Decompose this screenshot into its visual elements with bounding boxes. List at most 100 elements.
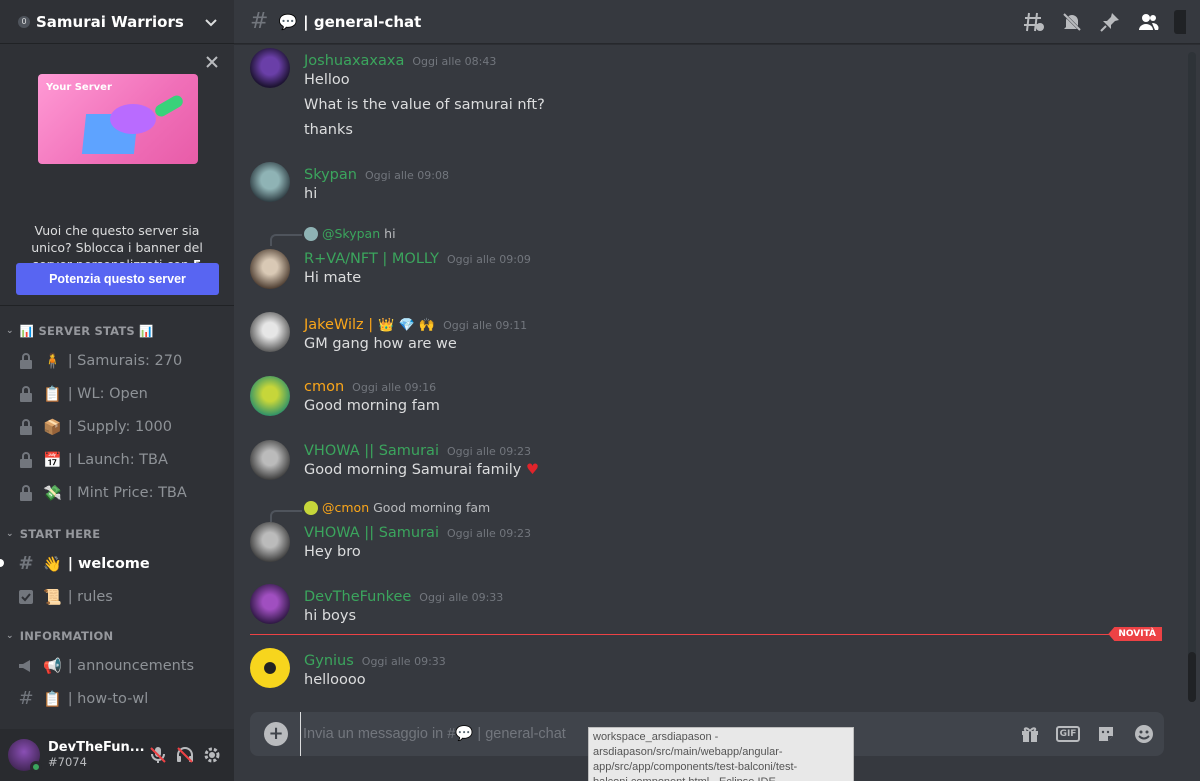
message-text: Hi mate xyxy=(304,270,362,286)
channel-label: | welcome xyxy=(67,555,150,572)
server-boost-badge: 0 xyxy=(18,15,30,28)
avatar[interactable] xyxy=(250,162,290,202)
category-start-here[interactable]: ⌄ START HERE xyxy=(0,521,234,547)
channel-emoji: 📋 xyxy=(43,689,62,708)
channel-mint-price[interactable]: 💸 | Mint Price: TBA xyxy=(0,476,234,509)
category-server-stats[interactable]: ⌄ 📊 SERVER STATS 📊 xyxy=(0,318,234,344)
message-timestamp: Oggi alle 09:23 xyxy=(446,445,531,458)
avatar[interactable] xyxy=(250,584,290,624)
deafen-headphones-icon[interactable] xyxy=(172,739,199,771)
channel-rules[interactable]: 📜 | rules xyxy=(0,580,234,613)
channel-label: | Supply: 1000 xyxy=(67,418,172,435)
message-timestamp: Oggi alle 09:11 xyxy=(443,319,528,332)
channel-header: # 💬 | general-chat xyxy=(234,0,1200,44)
reply-connector xyxy=(270,234,302,246)
threads-icon[interactable] xyxy=(1022,10,1046,34)
message-text-content: Good morning Samurai family xyxy=(304,462,522,478)
search-input[interactable] xyxy=(1174,9,1186,34)
channel-emoji: 📢 xyxy=(43,656,62,675)
category-information[interactable]: ⌄ INFORMATION xyxy=(0,623,234,649)
chat-area: # 💬 | general-chat Joshuaxaxaxa Oggi alle… xyxy=(234,0,1200,781)
avatar[interactable] xyxy=(250,648,290,688)
caret-icon: ⌄ xyxy=(6,326,14,336)
message-author[interactable]: DevTheFunkee xyxy=(304,589,411,605)
close-icon[interactable] xyxy=(204,54,220,70)
message-text: thanks xyxy=(304,122,353,138)
avatar[interactable] xyxy=(250,440,290,480)
member-list-icon[interactable] xyxy=(1136,10,1160,34)
avatar[interactable] xyxy=(250,522,290,562)
message-timestamp: Oggi alle 09:23 xyxy=(446,527,531,540)
hashtag-icon: # xyxy=(18,553,34,574)
avatar[interactable] xyxy=(250,249,290,289)
avatar[interactable] xyxy=(250,48,290,88)
message-author[interactable]: VHOWA || Samurai xyxy=(304,443,439,459)
reply-preview[interactable]: @cmon Good morning fam xyxy=(304,500,490,515)
message-author[interactable]: cmon xyxy=(304,379,344,395)
red-heart-icon: ♥ xyxy=(525,462,539,478)
channel-welcome[interactable]: # 👋 | welcome xyxy=(0,547,234,580)
channel-label: | Samurais: 270 xyxy=(67,352,183,369)
reply-avatar xyxy=(304,500,318,515)
lock-icon xyxy=(17,418,35,436)
channel-wl[interactable]: 📋 | WL: Open xyxy=(0,377,234,410)
user-tag: #7074 xyxy=(48,755,87,769)
megaphone-icon xyxy=(17,657,35,675)
message-text: hi xyxy=(304,186,318,202)
channel-emoji: 💸 xyxy=(43,483,62,502)
reply-mention[interactable]: @cmon xyxy=(322,500,369,515)
window-tooltip: workspace_arsdiapason - arsdiapason/src/… xyxy=(588,727,854,781)
hashtag-icon: # xyxy=(250,9,269,34)
settings-gear-icon[interactable] xyxy=(199,739,226,771)
server-name[interactable]: Samurai Warriors xyxy=(36,13,204,31)
user-avatar[interactable] xyxy=(8,739,42,773)
hashtag-icon: # xyxy=(18,688,34,709)
channel-supply[interactable]: 📦 | Supply: 1000 xyxy=(0,410,234,443)
category-label: SERVER STATS xyxy=(38,324,135,338)
channel-emoji: 📦 xyxy=(43,417,62,436)
channel-label: | Mint Price: TBA xyxy=(67,484,187,501)
reply-avatar xyxy=(304,226,318,241)
sticker-icon[interactable] xyxy=(1094,722,1118,746)
avatar[interactable] xyxy=(250,376,290,416)
message-text: Good morning fam xyxy=(304,398,440,414)
gift-icon[interactable] xyxy=(1018,722,1042,746)
channel-announcements[interactable]: 📢 | announcements xyxy=(0,649,234,682)
emoji-icon[interactable] xyxy=(1132,722,1156,746)
channel-how-to-wl[interactable]: # 📋 | how-to-wl xyxy=(0,682,234,715)
avatar[interactable] xyxy=(250,312,290,352)
message-text: Helloo xyxy=(304,72,350,88)
channel-label: | WL: Open xyxy=(67,385,148,402)
gif-icon[interactable]: GIF xyxy=(1055,722,1081,746)
caret-icon: ⌄ xyxy=(6,631,14,641)
reply-preview[interactable]: @Skypan hi xyxy=(304,226,396,241)
reply-mention[interactable]: @Skypan xyxy=(322,226,380,241)
scrollbar-thumb[interactable] xyxy=(1188,652,1196,702)
bell-muted-icon[interactable] xyxy=(1060,10,1084,34)
channel-launch[interactable]: 📅 | Launch: TBA xyxy=(0,443,234,476)
channel-label: | Launch: TBA xyxy=(67,451,168,468)
message-scrollbar[interactable] xyxy=(1184,52,1200,702)
channel-label: | announcements xyxy=(67,657,195,674)
mute-mic-icon[interactable] xyxy=(145,739,172,771)
boost-server-button[interactable]: Potenzia questo server xyxy=(16,263,219,295)
caret-icon: ⌄ xyxy=(6,529,14,539)
channel-samurais[interactable]: 🧍 | Samurais: 270 xyxy=(0,344,234,377)
promo-banner-image: Your Server xyxy=(38,74,198,164)
promo-art-title: Your Server xyxy=(46,82,112,93)
checkbox-rules-icon xyxy=(17,588,35,606)
channel-emoji: 💬 xyxy=(278,12,298,31)
message-timestamp: Oggi alle 08:43 xyxy=(412,55,497,68)
message-author[interactable]: VHOWA || Samurai xyxy=(304,525,439,541)
message-author[interactable]: Gynius xyxy=(304,653,354,669)
user-meta[interactable]: DevTheFun... #7074 xyxy=(48,740,145,770)
server-header[interactable]: 0 Samurai Warriors xyxy=(0,0,234,44)
chevron-down-icon[interactable] xyxy=(204,15,218,29)
category-label: INFORMATION xyxy=(19,629,114,643)
message-author[interactable]: JakeWilz | xyxy=(304,317,373,333)
upload-plus-icon[interactable]: + xyxy=(264,722,288,746)
message-author[interactable]: Joshuaxaxaxa xyxy=(304,53,404,69)
message-author[interactable]: Skypan xyxy=(304,167,357,183)
pin-icon[interactable] xyxy=(1098,10,1122,34)
message-author[interactable]: R+VA/NFT | MOLLY xyxy=(304,251,439,267)
